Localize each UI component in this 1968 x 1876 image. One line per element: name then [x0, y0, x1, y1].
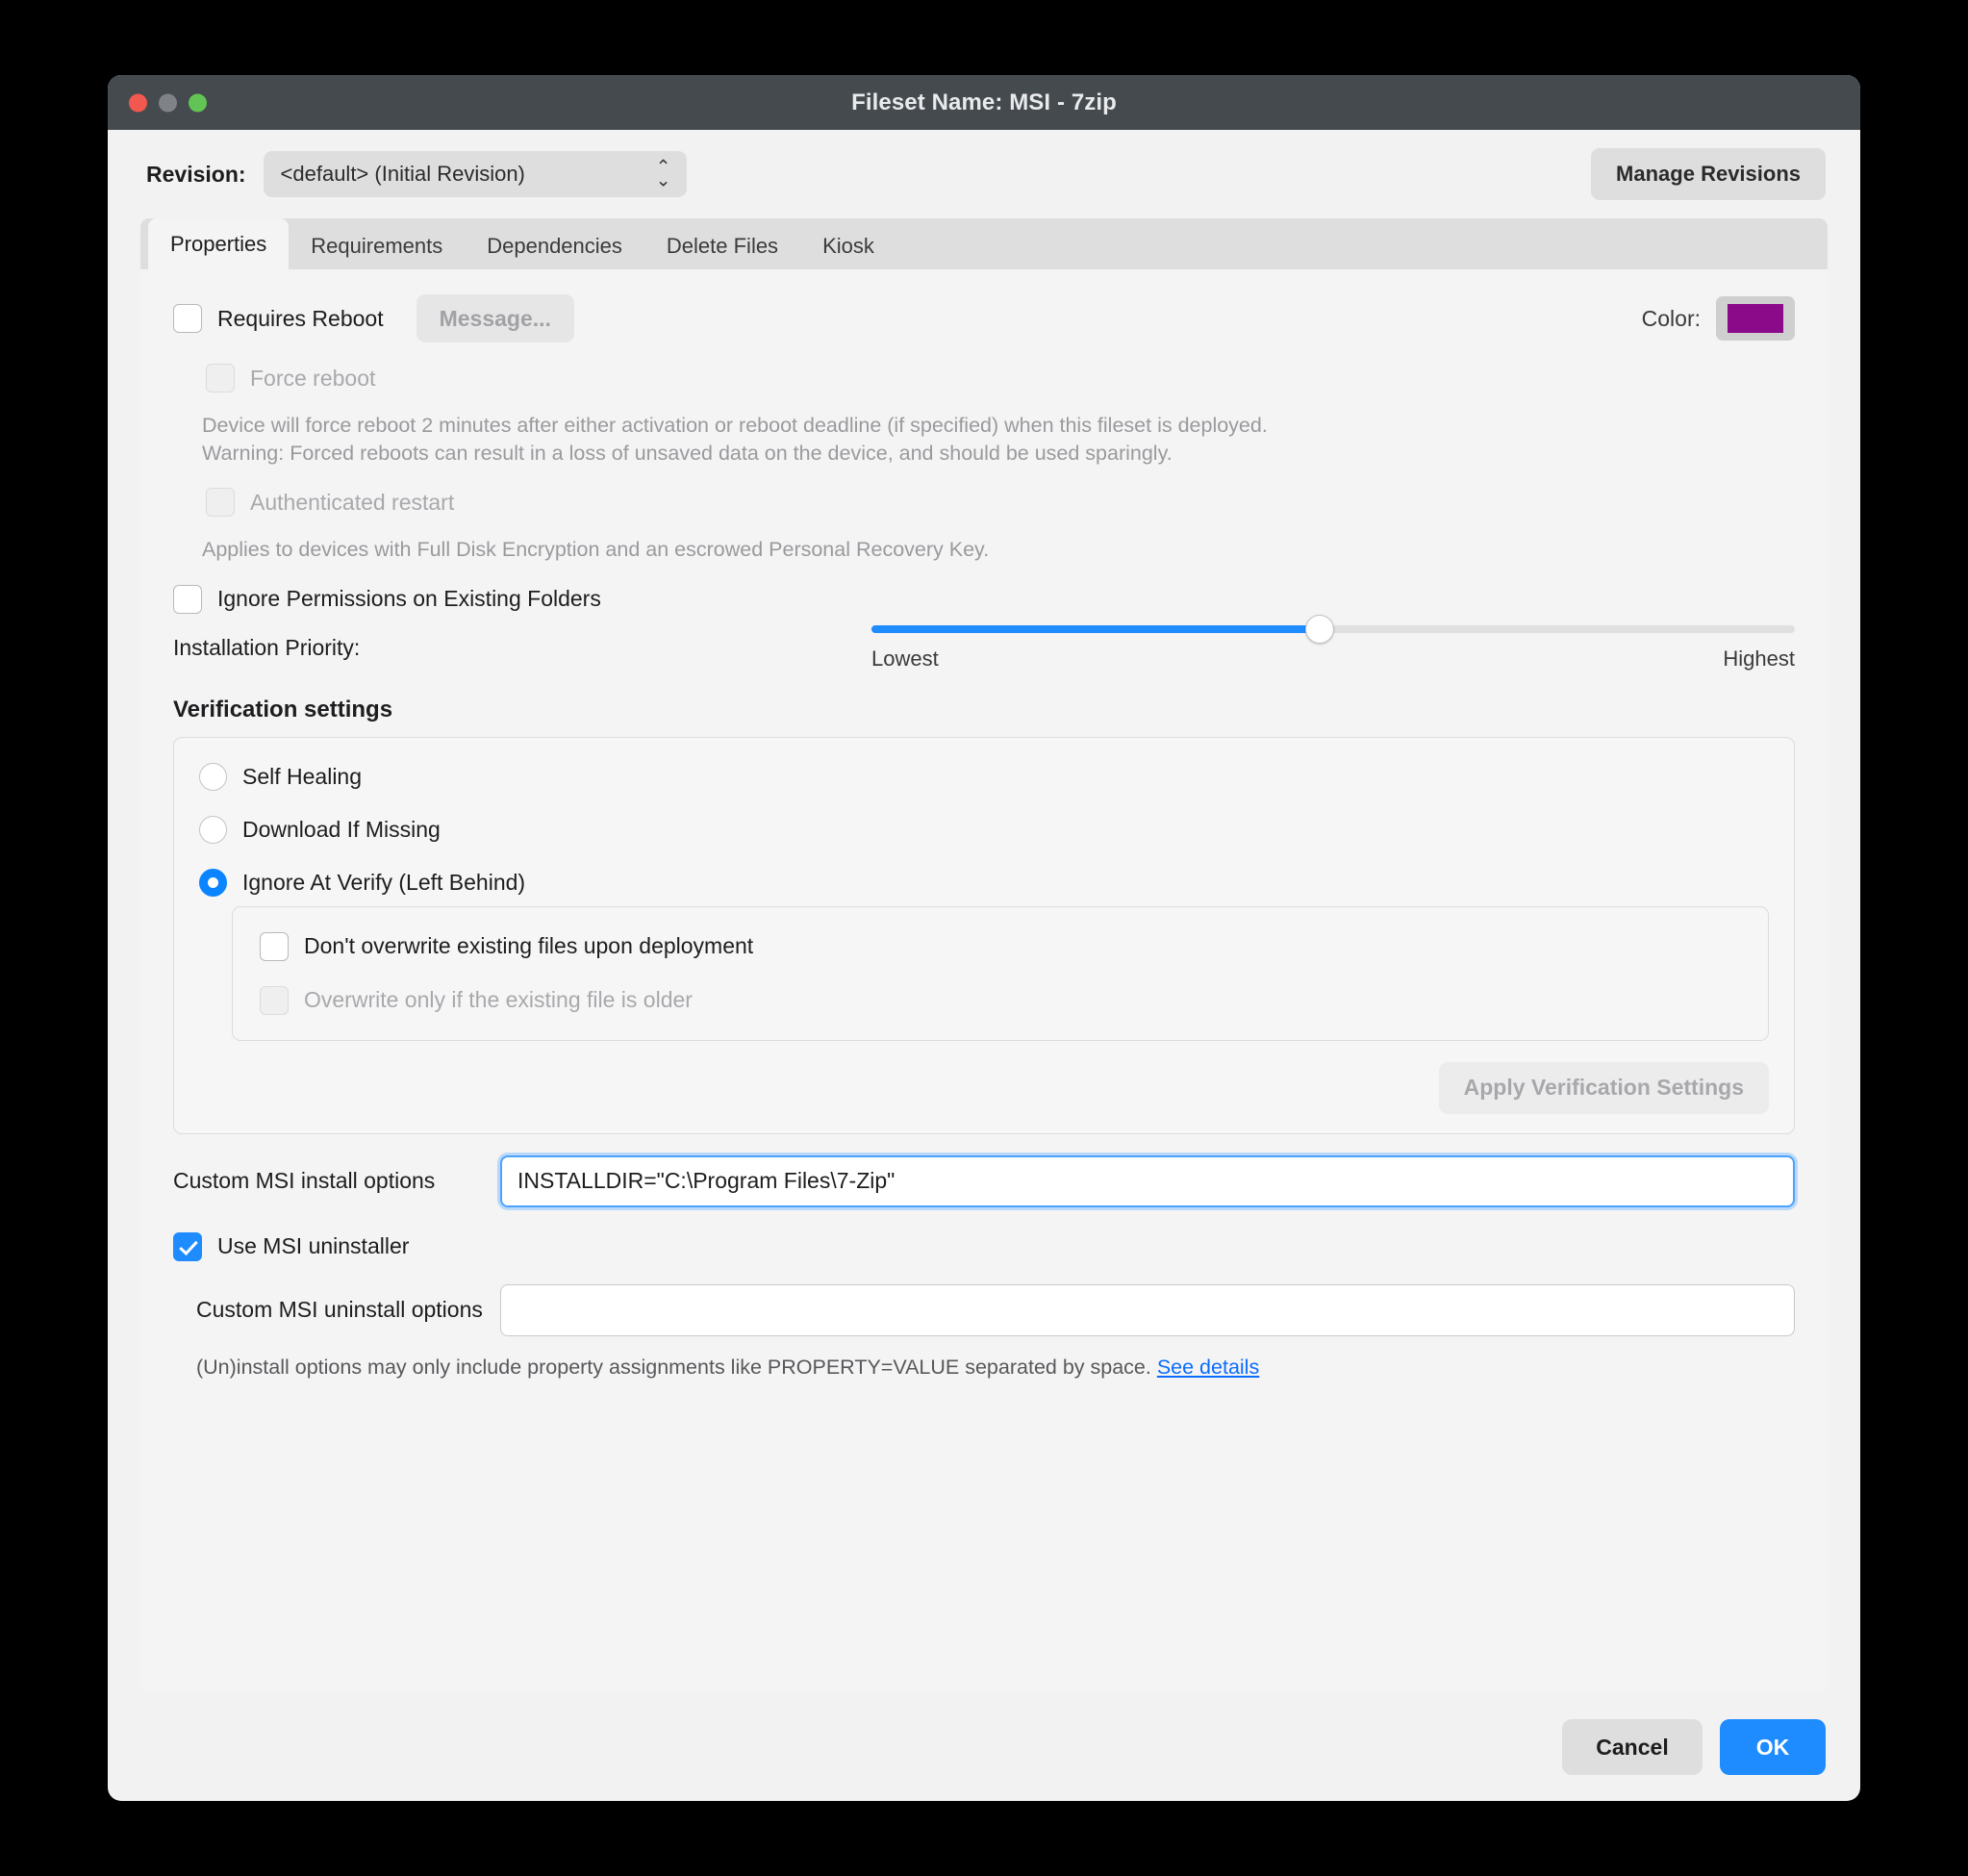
dont-overwrite-checkbox[interactable] [260, 931, 289, 961]
use-msi-uninstaller-checkbox[interactable] [173, 1231, 202, 1261]
properties-panel: Requires Reboot Message... Color: Force … [140, 269, 1828, 1693]
window-controls [129, 93, 207, 112]
authenticated-restart-hint: Applies to devices with Full Disk Encryp… [202, 538, 990, 562]
authenticated-restart-label: Authenticated restart [250, 489, 455, 515]
chevron-updown-icon: ⌃ ⌄ [655, 157, 671, 190]
tab-kiosk[interactable]: Kiosk [800, 223, 896, 269]
installation-priority-slider-column: Lowest Highest [871, 614, 1795, 672]
radio-download-if-missing[interactable]: Download If Missing [199, 815, 1769, 844]
requires-reboot-row: Requires Reboot Message... Color: [173, 294, 1795, 342]
force-reboot-hint-line-1: Device will force reboot 2 minutes after… [202, 414, 1268, 437]
dialog-footer: Cancel OK [108, 1693, 1860, 1801]
custom-msi-uninstall-options-row: Custom MSI uninstall options [173, 1283, 1795, 1336]
radio-self-healing[interactable]: Self Healing [199, 762, 1769, 791]
ignore-permissions-checkbox[interactable] [173, 584, 202, 614]
custom-msi-install-options-input[interactable] [500, 1154, 1795, 1207]
window-title: Fileset Name: MSI - 7zip [851, 89, 1117, 115]
tab-dependencies[interactable]: Dependencies [465, 223, 644, 269]
authenticated-restart-checkbox[interactable] [206, 488, 235, 518]
requires-reboot-label: Requires Reboot [217, 305, 384, 331]
window-titlebar: Fileset Name: MSI - 7zip [108, 75, 1860, 130]
ok-button[interactable]: OK [1720, 1719, 1826, 1775]
zoom-icon[interactable] [189, 93, 207, 112]
authenticated-restart-row: Authenticated restart [206, 488, 1795, 518]
message-button[interactable]: Message... [416, 294, 574, 342]
force-reboot-hint: Device will force reboot 2 minutes after… [202, 412, 1795, 467]
slider-min-label: Lowest [871, 646, 939, 671]
see-details-link[interactable]: See details [1157, 1356, 1259, 1379]
ignore-at-verify-label: Ignore At Verify (Left Behind) [242, 869, 526, 895]
tab-bar-wrapper: Properties Requirements Dependencies Del… [140, 218, 1828, 269]
slider-max-label: Highest [1723, 646, 1795, 671]
manage-revisions-button[interactable]: Manage Revisions [1591, 148, 1826, 200]
force-reboot-checkbox[interactable] [206, 364, 235, 393]
installation-priority-slider[interactable] [871, 614, 1795, 644]
verification-settings-title: Verification settings [173, 696, 393, 723]
verification-settings-group: Self Healing Download If Missing Ignore … [173, 736, 1795, 1134]
dont-overwrite-row: Don't overwrite existing files upon depl… [260, 931, 1743, 961]
tab-delete-files[interactable]: Delete Files [644, 223, 800, 269]
apply-verification-settings-button[interactable]: Apply Verification Settings [1438, 1061, 1769, 1114]
color-well-button[interactable] [1716, 296, 1795, 341]
dont-overwrite-label: Don't overwrite existing files upon depl… [304, 933, 754, 959]
tab-requirements[interactable]: Requirements [289, 223, 465, 269]
radio-ignore-at-verify[interactable]: Ignore At Verify (Left Behind) [199, 868, 1769, 897]
custom-msi-install-options-label: Custom MSI install options [173, 1168, 436, 1194]
overwrite-if-older-label: Overwrite only if the existing file is o… [304, 987, 693, 1013]
ignore-permissions-row: Ignore Permissions on Existing Folders [173, 584, 1795, 614]
custom-msi-install-options-row: Custom MSI install options [173, 1154, 1795, 1207]
install-options-footnote-text: (Un)install options may only include pro… [196, 1355, 1157, 1379]
apply-verification-row: Apply Verification Settings [199, 1061, 1769, 1114]
custom-msi-uninstall-options-input[interactable] [500, 1283, 1795, 1336]
custom-msi-uninstall-options-label: Custom MSI uninstall options [196, 1297, 483, 1323]
color-label: Color: [1641, 305, 1701, 331]
install-options-footnote: (Un)install options may only include pro… [196, 1356, 1795, 1380]
download-if-missing-label: Download If Missing [242, 816, 441, 842]
slider-end-labels: Lowest Highest [871, 646, 1795, 672]
ignore-at-verify-radio[interactable] [199, 868, 227, 897]
close-icon[interactable] [129, 93, 147, 112]
use-msi-uninstaller-label: Use MSI uninstaller [217, 1233, 410, 1259]
ignore-permissions-label: Ignore Permissions on Existing Folders [217, 586, 601, 612]
download-if-missing-radio[interactable] [199, 815, 227, 844]
force-reboot-label: Force reboot [250, 365, 376, 391]
slider-thumb[interactable] [1304, 614, 1334, 644]
slider-fill [871, 624, 1320, 633]
revision-label: Revision: [146, 161, 246, 187]
fileset-properties-window: Fileset Name: MSI - 7zip Revision: <defa… [108, 75, 1860, 1801]
tab-bar: Properties Requirements Dependencies Del… [140, 218, 1828, 269]
overwrite-options-group: Don't overwrite existing files upon depl… [232, 905, 1769, 1041]
color-swatch [1728, 304, 1783, 333]
color-group: Color: [1642, 296, 1795, 341]
revision-selected-value: <default> (Initial Revision) [280, 162, 525, 186]
overwrite-if-older-checkbox[interactable] [260, 985, 289, 1015]
requires-reboot-checkbox[interactable] [173, 304, 202, 333]
use-msi-uninstaller-row: Use MSI uninstaller [173, 1231, 1795, 1261]
cancel-button[interactable]: Cancel [1562, 1719, 1703, 1775]
installation-priority-label: Installation Priority: [173, 635, 361, 661]
installation-priority-row: Installation Priority: Lowest Highest [173, 614, 1795, 672]
overwrite-if-older-row: Overwrite only if the existing file is o… [260, 985, 1743, 1015]
tab-properties[interactable]: Properties [148, 218, 290, 269]
self-healing-radio[interactable] [199, 762, 227, 791]
revision-bar: Revision: <default> (Initial Revision) ⌃… [108, 130, 1860, 218]
self-healing-label: Self Healing [242, 763, 363, 789]
revision-select[interactable]: <default> (Initial Revision) ⌃ ⌄ [263, 151, 687, 197]
force-reboot-hint-line-2: Warning: Forced reboots can result in a … [202, 441, 1173, 465]
force-reboot-row: Force reboot [206, 364, 1795, 393]
minimize-icon[interactable] [159, 93, 177, 112]
